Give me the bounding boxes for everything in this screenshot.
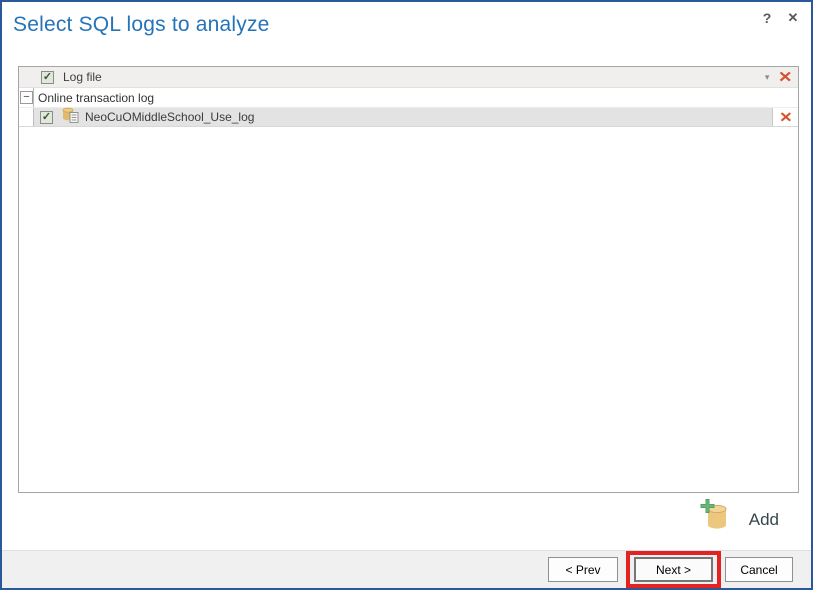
close-icon[interactable]: ✕	[785, 9, 801, 27]
row-checkbox[interactable]: ✓	[40, 111, 53, 124]
next-button[interactable]: Next >	[634, 557, 713, 582]
checkmark-icon: ✓	[42, 112, 51, 123]
add-button-label[interactable]: Add	[749, 510, 779, 530]
database-log-icon	[62, 107, 79, 128]
page-title: Select SQL logs to analyze	[13, 13, 270, 37]
log-file-cell[interactable]: ✓ NeoCuOMiddleSchool_Use_log	[34, 108, 772, 126]
table-row[interactable]: ✓ NeoCuOMiddleSchool_Use_log ✕	[19, 108, 798, 127]
header-checkbox[interactable]: ✓	[41, 71, 54, 84]
tree-gutter	[19, 108, 34, 126]
group-label: Online transaction log	[38, 91, 154, 105]
group-row-online-transaction-log: − Online transaction log	[19, 88, 798, 108]
next-button-highlight: Next >	[626, 551, 721, 588]
cancel-button[interactable]: Cancel	[725, 557, 793, 582]
dialog-window: Select SQL logs to analyze ? ✕ ✓ Log fil…	[0, 0, 813, 590]
log-file-grid: ✓ Log file ▾ ✕ − Online transaction log …	[18, 66, 799, 493]
grid-header-row: ✓ Log file ▾ ✕	[19, 67, 798, 88]
remove-row-icon: ✕	[779, 110, 792, 124]
prev-button[interactable]: < Prev	[548, 557, 618, 582]
header-label: Log file	[63, 70, 102, 84]
tree-gutter: −	[19, 88, 34, 107]
footer-bar: < Prev Next > Cancel	[2, 550, 811, 588]
add-log-control[interactable]: Add	[699, 499, 779, 540]
remove-all-icon[interactable]: ✕	[778, 70, 792, 85]
chevron-down-icon[interactable]: ▾	[765, 73, 770, 82]
collapse-icon[interactable]: −	[20, 91, 33, 104]
checkmark-icon: ✓	[43, 72, 52, 83]
help-icon[interactable]: ?	[759, 9, 775, 27]
log-file-name: NeoCuOMiddleSchool_Use_log	[85, 110, 254, 124]
remove-row-cell[interactable]: ✕	[772, 108, 798, 126]
add-database-icon	[699, 499, 732, 540]
